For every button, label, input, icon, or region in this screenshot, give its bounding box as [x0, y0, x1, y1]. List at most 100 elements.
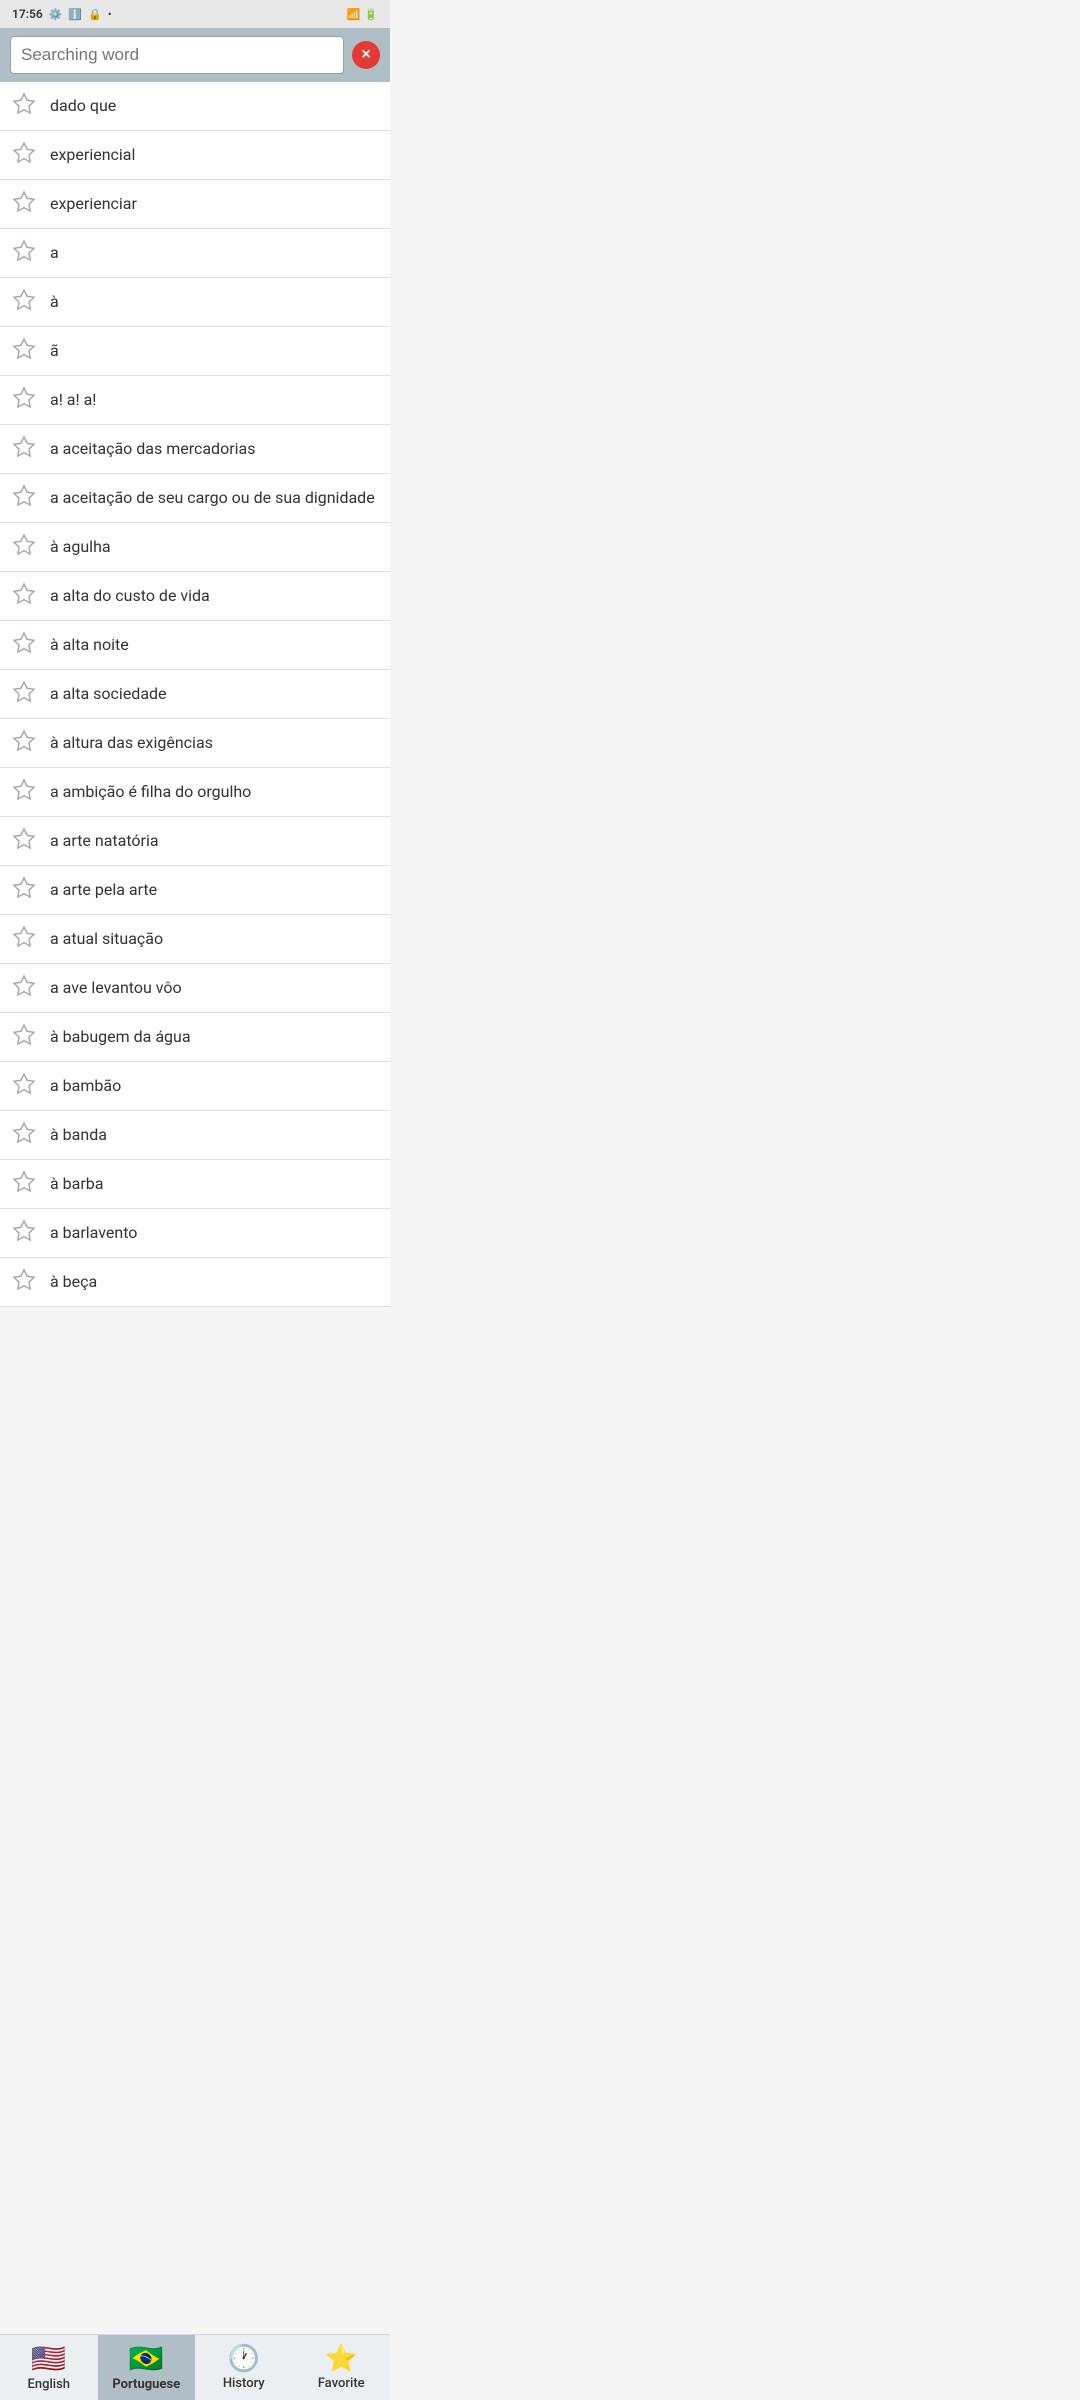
nav-label-history: History — [223, 2376, 265, 2391]
word-text: à beça — [50, 1272, 97, 1293]
star-icon[interactable] — [12, 1268, 40, 1296]
list-item[interactable]: à barba — [0, 1160, 390, 1209]
info-icon: ℹ️ — [68, 8, 82, 21]
security-icon: 🔒 — [88, 8, 102, 21]
word-text: a aceitação de seu cargo ou de sua digni… — [50, 488, 375, 509]
word-text: ã — [50, 341, 59, 362]
settings-icon: ⚙️ — [49, 8, 63, 21]
word-text: à barba — [50, 1174, 103, 1195]
list-item[interactable]: a atual situação — [0, 915, 390, 964]
list-item[interactable]: à alta noite — [0, 621, 390, 670]
word-text: a bambão — [50, 1076, 121, 1097]
nav-item-english[interactable]: 🇺🇸 English — [0, 2335, 98, 2400]
word-list: dado que experiencial experienciar a à ã… — [0, 82, 390, 1307]
list-item[interactable]: a bambão — [0, 1062, 390, 1111]
battery-icon: 🔋 — [364, 8, 378, 21]
star-icon[interactable] — [12, 1219, 40, 1247]
nav-label-english: English — [28, 2377, 71, 2392]
list-item[interactable]: à beça — [0, 1258, 390, 1307]
star-icon[interactable] — [12, 141, 40, 169]
word-text: a arte pela arte — [50, 880, 157, 901]
star-icon[interactable] — [12, 582, 40, 610]
list-item[interactable]: a ave levantou vôo — [0, 964, 390, 1013]
nav-item-history[interactable]: 🕐 History — [195, 2335, 293, 2400]
word-text: a alta do custo de vida — [50, 586, 210, 607]
word-text: à agulha — [50, 537, 111, 558]
star-icon[interactable] — [12, 680, 40, 708]
nav-item-portuguese[interactable]: 🇧🇷 Portuguese — [98, 2335, 196, 2400]
nav-icon-history: 🕐 — [228, 2346, 260, 2372]
star-icon[interactable] — [12, 533, 40, 561]
clear-button[interactable]: × — [352, 41, 380, 69]
list-item[interactable]: ã — [0, 327, 390, 376]
search-input-wrapper — [10, 36, 344, 74]
star-icon[interactable] — [12, 1072, 40, 1100]
star-icon[interactable] — [12, 435, 40, 463]
nav-icon-english: 🇺🇸 — [31, 2345, 66, 2373]
star-icon[interactable] — [12, 386, 40, 414]
star-icon[interactable] — [12, 729, 40, 757]
word-text: experiencial — [50, 145, 135, 166]
word-text: à banda — [50, 1125, 107, 1146]
list-item[interactable]: a aceitação das mercadorias — [0, 425, 390, 474]
star-icon[interactable] — [12, 288, 40, 316]
nav-item-favorite[interactable]: ⭐Favorite — [293, 2335, 391, 2400]
list-item[interactable]: a aceitação de seu cargo ou de sua digni… — [0, 474, 390, 523]
list-item[interactable]: dado que — [0, 82, 390, 131]
star-icon[interactable] — [12, 778, 40, 806]
star-icon[interactable] — [12, 337, 40, 365]
bottom-nav: 🇺🇸 English 🇧🇷 Portuguese 🕐 History ⭐Favorite — [0, 2334, 390, 2400]
list-item[interactable]: à babugem da água — [0, 1013, 390, 1062]
word-text: à babugem da água — [50, 1027, 191, 1048]
list-item[interactable]: a — [0, 229, 390, 278]
word-text: a alta sociedade — [50, 684, 167, 705]
star-icon[interactable] — [12, 1170, 40, 1198]
list-item[interactable]: a alta sociedade — [0, 670, 390, 719]
word-text: a! a! a! — [50, 390, 96, 411]
star-icon[interactable] — [12, 974, 40, 1002]
star-icon[interactable] — [12, 1121, 40, 1149]
star-icon[interactable] — [12, 239, 40, 267]
star-icon[interactable] — [12, 190, 40, 218]
star-icon[interactable] — [12, 92, 40, 120]
dot-indicator: • — [108, 8, 112, 21]
word-text: à altura das exigências — [50, 733, 213, 754]
word-text: a barlavento — [50, 1223, 137, 1244]
list-item[interactable]: a arte pela arte — [0, 866, 390, 915]
search-bar: × — [0, 28, 390, 82]
list-item[interactable]: experiencial — [0, 131, 390, 180]
word-text: a ave levantou vôo — [50, 978, 182, 999]
list-item[interactable]: a arte natatória — [0, 817, 390, 866]
word-text: a aceitação das mercadorias — [50, 439, 255, 460]
star-icon[interactable] — [12, 484, 40, 512]
wifi-icon: 📶 — [347, 8, 361, 21]
status-time: 17:56 — [12, 7, 43, 21]
list-item[interactable]: a! a! a! — [0, 376, 390, 425]
star-icon[interactable] — [12, 827, 40, 855]
nav-icon-portuguese: 🇧🇷 — [129, 2345, 164, 2373]
word-text: experienciar — [50, 194, 137, 215]
word-text: a ambição é filha do orgulho — [50, 782, 251, 803]
star-icon[interactable] — [12, 876, 40, 904]
word-text: à alta noite — [50, 635, 129, 656]
list-item[interactable]: a ambição é filha do orgulho — [0, 768, 390, 817]
word-text: a — [50, 243, 59, 264]
word-text: a atual situação — [50, 929, 163, 950]
word-text: à — [50, 292, 59, 313]
list-item[interactable]: à banda — [0, 1111, 390, 1160]
word-text: dado que — [50, 96, 116, 117]
nav-icon-favorite: ⭐ — [325, 2346, 357, 2372]
list-item[interactable]: à altura das exigências — [0, 719, 390, 768]
nav-label-portuguese: Portuguese — [112, 2377, 180, 2392]
list-item[interactable]: à — [0, 278, 390, 327]
star-icon[interactable] — [12, 631, 40, 659]
star-icon[interactable] — [12, 1023, 40, 1051]
list-item[interactable]: à agulha — [0, 523, 390, 572]
list-item[interactable]: experienciar — [0, 180, 390, 229]
list-item[interactable]: a alta do custo de vida — [0, 572, 390, 621]
search-input[interactable] — [21, 45, 333, 65]
status-bar: 17:56 ⚙️ ℹ️ 🔒 • 📶 🔋 — [0, 0, 390, 28]
star-icon[interactable] — [12, 925, 40, 953]
list-item[interactable]: a barlavento — [0, 1209, 390, 1258]
word-text: a arte natatória — [50, 831, 159, 852]
